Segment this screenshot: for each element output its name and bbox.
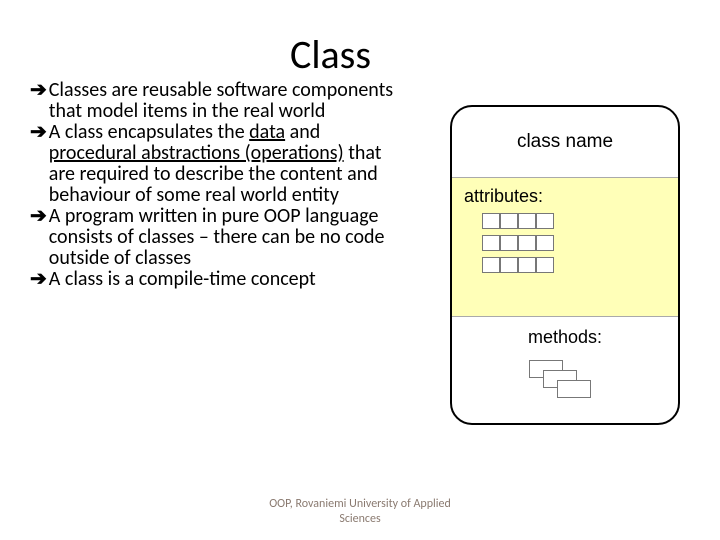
attr-cell [500, 257, 518, 273]
attr-cell [500, 235, 518, 251]
attr-cell [518, 213, 536, 229]
attribute-row [482, 235, 666, 251]
list-item: ➔ A class is a compile-time concept [30, 269, 410, 290]
diagram-attributes-label: attributes: [464, 186, 543, 206]
attr-cell [482, 213, 500, 229]
attr-cell [482, 257, 500, 273]
method-box [557, 380, 591, 398]
page-title: Class [290, 30, 371, 79]
attribute-row [482, 257, 666, 273]
arrow-icon: ➔ [30, 206, 47, 269]
attr-cell [536, 213, 554, 229]
attr-cell [536, 235, 554, 251]
attribute-row [482, 213, 666, 229]
bullet-text-3: A class is a compile-time concept [49, 269, 316, 290]
diagram-classname-label: class name [517, 131, 613, 153]
footer-line-1: OOP, Rovaniemi University of Applied [0, 497, 720, 511]
bullet-list: ➔ Classes are reusable software componen… [30, 80, 410, 290]
attr-cell [518, 257, 536, 273]
method-stack [525, 356, 605, 406]
diagram-methods-label: methods: [528, 327, 602, 347]
attr-cell [536, 257, 554, 273]
arrow-icon: ➔ [30, 122, 47, 206]
bullet-text-0: Classes are reusable software components… [49, 80, 410, 122]
list-item: ➔ Classes are reusable software componen… [30, 80, 410, 122]
attr-cell [500, 213, 518, 229]
list-item: ➔ A class encapsulates the data and proc… [30, 122, 410, 206]
footer: OOP, Rovaniemi University of Applied Sci… [0, 497, 720, 526]
class-diagram: class name attributes: methods: [450, 105, 680, 425]
slide: Class ➔ Classes are reusable software co… [0, 0, 720, 540]
diagram-attributes-section: attributes: [452, 177, 678, 317]
list-item: ➔ A program written in pure OOP language… [30, 206, 410, 269]
bullet-text-1: A class encapsulates the data and proced… [49, 122, 410, 206]
diagram-methods-section: methods: [452, 317, 678, 425]
arrow-icon: ➔ [30, 80, 47, 122]
diagram-classname-section: class name [452, 107, 678, 177]
attr-cell [482, 235, 500, 251]
bullet-text-2: A program written in pure OOP language c… [49, 206, 410, 269]
footer-line-2: Sciences [0, 512, 720, 526]
attr-cell [518, 235, 536, 251]
arrow-icon: ➔ [30, 269, 47, 290]
